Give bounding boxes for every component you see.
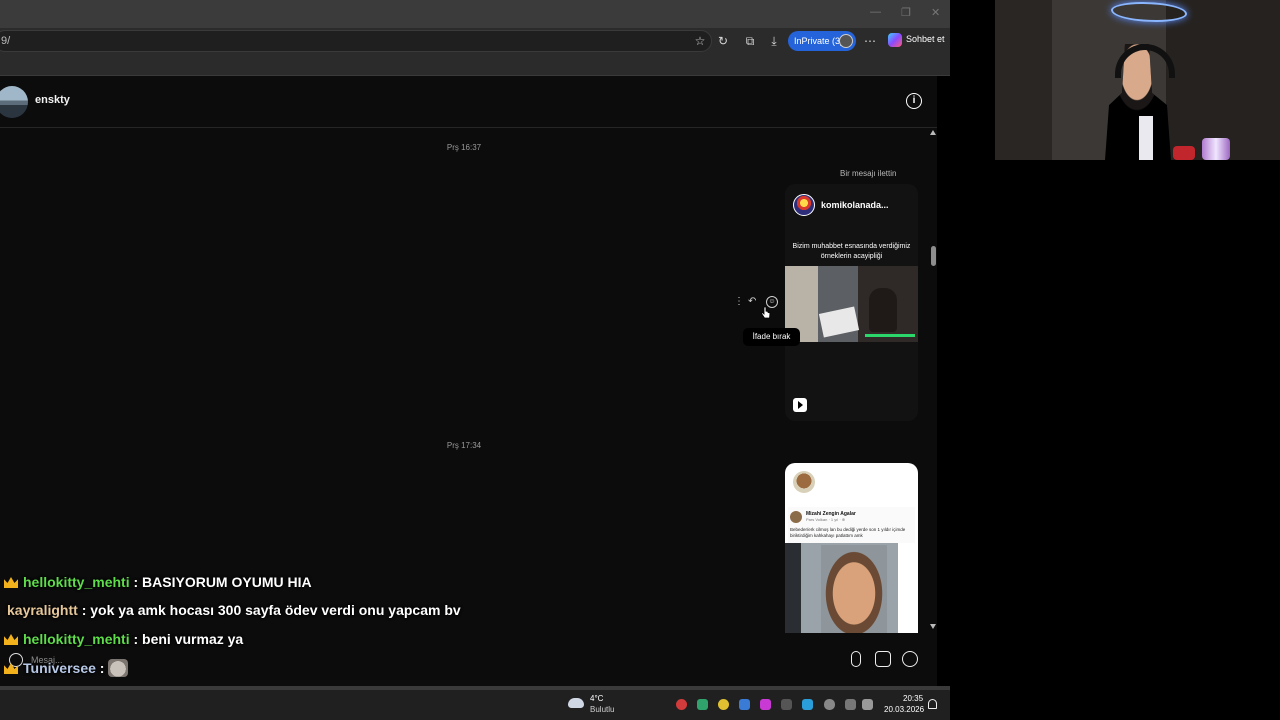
profile-avatar (839, 34, 853, 48)
refresh-icon[interactable]: ↻ (715, 33, 731, 49)
tray-app-icon[interactable] (697, 699, 708, 710)
display-tray-icon[interactable] (845, 699, 856, 710)
chat-button[interactable]: Sohbet et (906, 34, 945, 44)
chat-message: : yok ya amk hocası 300 sayfa ödev verdi… (81, 602, 461, 618)
cat-emote-icon (108, 659, 129, 677)
account-avatar (793, 471, 815, 493)
minimize-button[interactable]: — (870, 6, 881, 18)
taskbar: 4°C Bulutlu 20:35 20.03.2026 (0, 690, 950, 720)
chat-username: hellokitty_mehti (23, 574, 130, 590)
microphone-tray-icon[interactable] (824, 699, 835, 710)
headphones-icon (1115, 44, 1175, 78)
favorite-star-icon[interactable]: ☆ (692, 33, 708, 49)
inprivate-button[interactable]: InPrivate (3) (788, 31, 856, 51)
more-icon[interactable]: ⋮ (734, 296, 744, 307)
stream-chat-line: kayralightt : yok ya amk hocası 300 sayf… (7, 602, 461, 624)
clock-time[interactable]: 20:35 (903, 694, 923, 703)
red-can (1173, 146, 1195, 160)
favorites-bar (0, 54, 950, 76)
post-author-avatar (790, 511, 802, 523)
maximize-button[interactable]: ❐ (901, 6, 911, 19)
download-icon[interactable]: ⤓ (766, 33, 782, 49)
tray-app-icon[interactable] (718, 699, 729, 710)
forward-note: Bir mesajı ilettin (840, 169, 897, 178)
tray-chevron-icon[interactable] (781, 699, 792, 710)
post-image-face (821, 545, 887, 633)
tray-app-icon[interactable] (739, 699, 750, 710)
address-bar[interactable]: 9/ ☆ (0, 30, 712, 52)
reel-play-icon (793, 398, 807, 412)
shared-reel-card[interactable]: komikolanada... Bizim muhabbet esnasında… (785, 184, 918, 421)
chat-username: hellokitty_mehti (23, 631, 130, 647)
stream-chat-line: Tuniversee : (0, 659, 129, 681)
energy-drink-can (1202, 138, 1230, 160)
reel-thumbnail (785, 266, 918, 342)
stream-chat-line: hellokitty_mehti : BASIYORUM OYUMU HIA (0, 574, 312, 596)
neon-sign (1111, 2, 1187, 22)
reel-caption: Bizim muhabbet esnasında verdiğimiz örne… (792, 243, 911, 260)
weather-description[interactable]: Bulutlu (590, 705, 614, 714)
reply-icon[interactable]: ↶ (748, 296, 756, 307)
message-timestamp: Prş 17:34 (446, 441, 482, 450)
shared-post-card[interactable]: Mizahi Zengin Agalar Pars Volkan · 1 yıl… (785, 463, 918, 633)
sticker-icon[interactable] (902, 651, 918, 667)
post-meta: Pars Volkan · 1 yıl · ⊕ (806, 517, 846, 522)
cloud-icon (568, 698, 584, 708)
messages-scrollbar[interactable] (929, 128, 937, 632)
extensions-icon[interactable]: ⧉ (742, 33, 758, 49)
tray-app-icon[interactable] (676, 699, 687, 710)
clock-date[interactable]: 20.03.2026 (884, 705, 924, 714)
browser-titlebar: — ❐ ✕ (0, 0, 950, 28)
copilot-icon[interactable] (888, 33, 902, 47)
tray-app-icon[interactable] (760, 699, 771, 710)
post-text: Bebeder/erk cilmoş lan bu dediği yerde s… (790, 527, 906, 538)
chat-message: : beni vurmaz ya (133, 631, 244, 647)
message-timestamp: Prş 16:37 (446, 143, 482, 152)
thumbnail-bar (865, 334, 915, 337)
scrollbar-thumb[interactable] (931, 246, 936, 266)
tray-app-icon[interactable] (802, 699, 813, 710)
chat-header: enskty i (0, 76, 937, 128)
crown-icon (4, 663, 18, 674)
streamer-shirt (1139, 116, 1153, 160)
inprivate-label: InPrivate (3) (794, 36, 844, 46)
reel-account-name: komikolanada... (821, 200, 889, 210)
scroll-up-icon[interactable] (930, 130, 936, 135)
chat-message: : (99, 660, 105, 676)
chat-username: kayralightt (7, 602, 78, 618)
contact-avatar[interactable] (0, 86, 28, 118)
scroll-down-icon[interactable] (930, 624, 936, 629)
react-tooltip: İfade bırak (743, 328, 800, 346)
more-options-icon[interactable]: ⋯ (862, 33, 878, 49)
post-image (785, 543, 918, 633)
thumbnail-person (869, 288, 897, 332)
info-icon[interactable]: i (906, 93, 922, 109)
chat-username: Tuniversee (23, 660, 96, 676)
stream-chat-line: hellokitty_mehti : beni vurmaz ya (0, 631, 243, 653)
post-preview: Mizahi Zengin Agalar Pars Volkan · 1 yıl… (788, 507, 915, 543)
address-text: 9/ (1, 35, 11, 47)
contact-name[interactable]: enskty (35, 94, 70, 106)
crown-icon (4, 577, 18, 588)
weather-temperature[interactable]: 4°C (590, 694, 603, 703)
close-window-button[interactable]: ✕ (931, 6, 940, 19)
crown-icon (4, 634, 18, 645)
microphone-icon[interactable] (851, 651, 861, 667)
hand-cursor-icon (761, 306, 771, 319)
account-logo (793, 194, 815, 216)
notification-bell-icon[interactable] (928, 699, 937, 709)
browser-toolbar: 9/ ☆ ↻ ⧉ ⤓ InPrivate (3) ⋯ Sohbet et (0, 28, 950, 54)
speaker-icon[interactable] (862, 699, 873, 710)
webcam-overlay (995, 0, 1280, 160)
image-icon[interactable] (875, 651, 891, 667)
chat-message: : BASIYORUM OYUMU HIA (133, 574, 312, 590)
thumbnail-paper (818, 306, 860, 338)
message-actions: ⋮ ↶ ☺ (734, 296, 778, 310)
